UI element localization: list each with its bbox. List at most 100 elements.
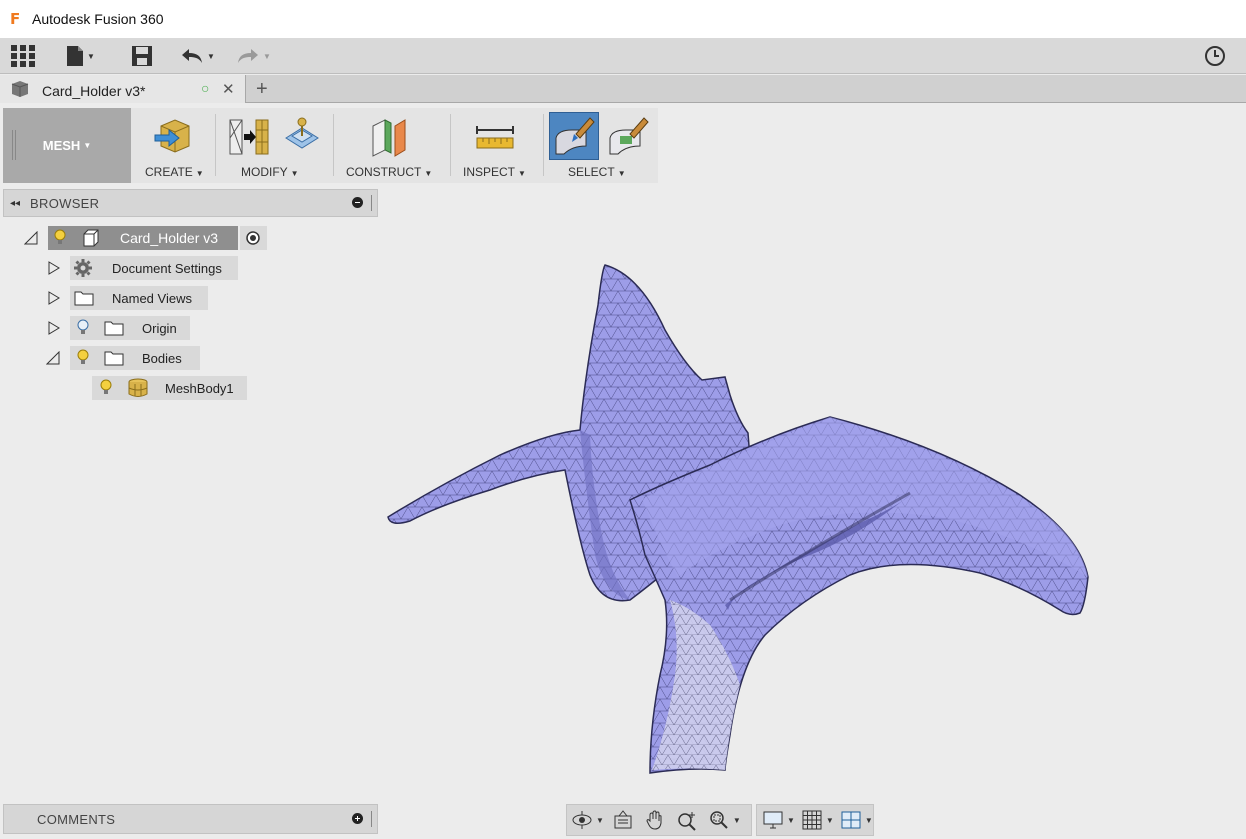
toolbar-separator <box>215 114 216 176</box>
look-at-icon[interactable] <box>612 809 634 831</box>
select-mesh-icon[interactable] <box>606 116 650 156</box>
construct-group: CONSTRUCT ▼ <box>336 108 448 183</box>
select-group: SELECT ▼ <box>546 108 658 183</box>
inspect-menu[interactable]: INSPECT ▼ <box>463 165 526 179</box>
root-label: Card_Holder v3 <box>120 230 219 246</box>
chevron-down-icon: ▼ <box>207 51 215 61</box>
undo-button[interactable]: ▼ <box>180 44 215 68</box>
construct-menu[interactable]: CONSTRUCT ▼ <box>346 165 432 179</box>
mesh-model-viewport[interactable] <box>380 255 1100 780</box>
named-views-label: Named Views <box>112 291 192 306</box>
folder-icon <box>104 321 124 336</box>
chevron-down-icon[interactable]: ▼ <box>865 816 873 825</box>
apps-grid-button[interactable] <box>11 44 35 68</box>
file-icon <box>67 46 83 66</box>
browser-panel-header[interactable]: ◂◂ BROWSER <box>3 189 378 217</box>
construct-label: CONSTRUCT <box>346 165 422 179</box>
lightbulb-on-icon[interactable] <box>99 379 113 397</box>
save-button[interactable] <box>131 44 153 68</box>
minus-circle-icon[interactable] <box>352 197 363 208</box>
create-label: CREATE <box>145 165 193 179</box>
add-comment-icon[interactable] <box>352 813 363 824</box>
undo-icon <box>182 49 202 63</box>
lightbulb-off-icon[interactable] <box>76 319 90 337</box>
lightbulb-on-icon[interactable] <box>76 349 90 367</box>
document-tab-bar: Card_Holder v3* ○ ✕ + <box>0 75 1246 103</box>
plane-cut-icon[interactable] <box>282 116 322 156</box>
select-label: SELECT <box>568 165 615 179</box>
comments-title: COMMENTS <box>37 811 116 827</box>
meshbody-label: MeshBody1 <box>165 381 234 396</box>
pan-icon[interactable] <box>644 809 666 831</box>
chevron-down-icon[interactable]: ▼ <box>826 816 834 825</box>
expanded-triangle-icon[interactable] <box>24 231 38 245</box>
select-menu[interactable]: SELECT ▼ <box>568 165 626 179</box>
title-bar: F Autodesk Fusion 360 <box>0 0 1246 38</box>
create-mesh-icon[interactable] <box>153 116 193 156</box>
chevron-down-icon: ▼ <box>83 141 92 150</box>
file-menu-button[interactable]: ▼ <box>66 44 95 68</box>
comments-panel-header[interactable]: COMMENTS <box>3 804 378 834</box>
orbit-icon[interactable] <box>571 809 593 831</box>
measure-icon[interactable] <box>475 124 515 152</box>
toolbar-separator <box>543 114 544 176</box>
ribbon-toolbar: MESH ▼ CREATE ▼ MODIFY ▼ CONSTRUCT ▼ INS… <box>3 108 658 183</box>
collapsed-triangle-icon[interactable] <box>48 291 60 305</box>
fit-icon[interactable] <box>708 809 730 831</box>
create-menu[interactable]: CREATE ▼ <box>145 165 204 179</box>
lightbulb-on-icon[interactable] <box>53 229 67 247</box>
fusion-logo-icon: F <box>10 10 21 28</box>
unsaved-status-icon: ○ <box>201 80 210 96</box>
reduce-mesh-icon[interactable] <box>228 118 270 156</box>
modify-menu[interactable]: MODIFY ▼ <box>241 165 299 179</box>
modify-group: MODIFY ▼ <box>218 108 338 183</box>
apps-grid-icon <box>11 45 35 67</box>
chevron-down-icon[interactable]: ▼ <box>596 816 604 825</box>
panel-grip-icon[interactable] <box>371 811 372 827</box>
panel-grip-icon[interactable] <box>371 195 372 211</box>
chevron-down-icon[interactable]: ▼ <box>787 816 795 825</box>
close-tab-button[interactable]: ✕ <box>222 80 235 98</box>
mesh-body-icon <box>128 378 148 397</box>
job-status-button[interactable] <box>1204 44 1226 68</box>
chevron-down-icon: ▼ <box>263 51 271 61</box>
folder-icon <box>74 291 94 306</box>
inspect-label: INSPECT <box>463 165 516 179</box>
display-toolbar: ▼ ▼ ▼ <box>756 804 874 836</box>
window-title: Autodesk Fusion 360 <box>32 11 164 27</box>
offset-plane-icon[interactable] <box>369 116 413 158</box>
quick-access-toolbar: ▼ ▼ ▼ <box>0 38 1246 74</box>
chevron-down-icon: ▼ <box>87 51 95 61</box>
redo-icon <box>238 49 258 63</box>
chevron-down-icon[interactable]: ▼ <box>733 816 741 825</box>
create-group: CREATE ▼ <box>133 108 213 183</box>
workspace-switcher[interactable]: MESH ▼ <box>3 108 131 183</box>
gear-icon <box>74 259 92 277</box>
viewports-icon[interactable] <box>840 809 862 831</box>
grid-settings-icon[interactable] <box>801 809 823 831</box>
select-paint-icon[interactable] <box>552 116 596 156</box>
zoom-icon[interactable] <box>676 809 698 831</box>
origin-label: Origin <box>142 321 177 336</box>
toolbar-separator <box>333 114 334 176</box>
redo-button[interactable]: ▼ <box>236 44 271 68</box>
collapsed-triangle-icon[interactable] <box>48 321 60 335</box>
radio-active-icon[interactable] <box>246 231 260 245</box>
display-settings-icon[interactable] <box>762 809 784 831</box>
collapsed-triangle-icon[interactable] <box>48 261 60 275</box>
navigation-toolbar: ▼ ▼ <box>566 804 752 836</box>
workspace-label: MESH <box>42 138 81 153</box>
expanded-triangle-icon[interactable] <box>46 351 60 365</box>
inspect-group: INSPECT ▼ <box>453 108 541 183</box>
document-tab[interactable]: Card_Holder v3* ○ ✕ <box>0 75 246 103</box>
collapse-panel-icon[interactable]: ◂◂ <box>10 198 20 209</box>
new-tab-button[interactable]: + <box>256 78 268 101</box>
document-tab-label: Card_Holder v3* <box>42 83 146 99</box>
modify-label: MODIFY <box>241 165 288 179</box>
save-icon <box>132 46 152 66</box>
history-clock-icon <box>1205 46 1225 66</box>
toolbar-separator <box>450 114 451 176</box>
grip-icon <box>12 130 16 160</box>
bodies-label: Bodies <box>142 351 182 366</box>
folder-icon <box>104 351 124 366</box>
